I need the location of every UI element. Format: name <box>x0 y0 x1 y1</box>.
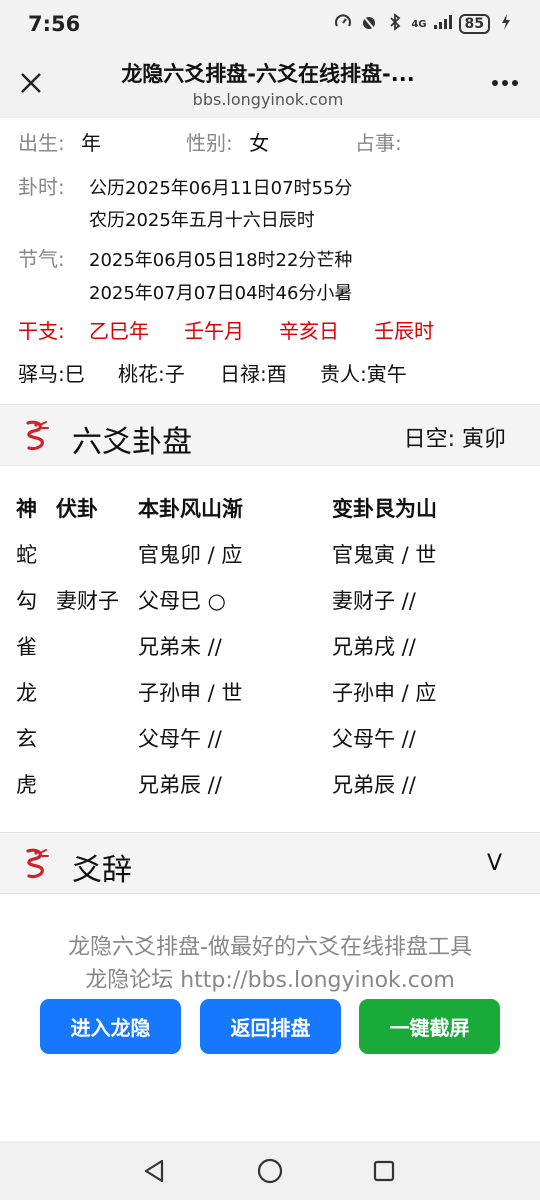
row-biangua: 兄弟戌 // <box>332 635 416 659</box>
more-icon <box>492 80 518 86</box>
page-url: bbs.longyinok.com <box>192 90 344 109</box>
row-biangua: 妻财子 // <box>332 589 416 613</box>
table-row: 玄 父母午 // 父母午 // <box>0 723 540 763</box>
jieqi-2: 2025年07月07日04时46分小暑 <box>89 283 353 304</box>
row-shen: 玄 <box>16 727 37 751</box>
back-triangle-icon <box>144 1159 164 1183</box>
row-bengua: 父母巳 ○ <box>138 589 226 613</box>
footer-forum-link[interactable]: 龙隐论坛 http://bbs.longyinok.com <box>0 962 540 994</box>
signal-icon <box>433 14 453 34</box>
row-biangua: 官鬼寅 / 世 <box>332 543 437 567</box>
table-row: 勾 妻财子 父母巳 ○ 妻财子 // <box>0 585 540 625</box>
ganzhi-label: 干支: <box>18 319 65 343</box>
home-circle-icon <box>257 1158 283 1184</box>
matter-label: 占事: <box>355 131 402 155</box>
row-shen: 雀 <box>16 635 37 659</box>
hexagram-section-title: 六爻卦盘 <box>72 425 192 460</box>
time-lunar: 农历2025年五月十六日辰时 <box>89 210 315 231</box>
yaoci-section-header[interactable]: 爻辞 V <box>0 832 540 894</box>
row-biangua: 兄弟辰 // <box>332 773 416 797</box>
matter-row: 占事: <box>355 127 402 156</box>
alarm-icon <box>359 13 379 35</box>
system-nav-bar <box>0 1141 540 1200</box>
shensha-rilu: 日禄:酉 <box>220 362 287 386</box>
birth-label: 出生: <box>18 131 65 155</box>
time-solar: 公历2025年06月11日07时55分 <box>89 178 353 199</box>
row-bengua: 兄弟未 // <box>138 635 222 659</box>
more-button[interactable] <box>488 66 522 100</box>
close-button[interactable] <box>14 66 48 100</box>
close-icon <box>21 73 41 93</box>
row-biangua: 子孙申 / 应 <box>332 681 437 705</box>
battery-icon: 85 <box>458 14 490 34</box>
row-fugua: 妻财子 <box>56 589 119 613</box>
speedometer-icon <box>333 13 353 35</box>
expand-toggle[interactable]: V <box>487 851 502 876</box>
header-shen: 神 <box>16 497 37 521</box>
enter-longyin-button[interactable]: 进入龙隐 <box>40 999 181 1054</box>
row-shen: 勾 <box>16 589 37 613</box>
status-time: 7:56 <box>28 12 81 36</box>
header-fugua: 伏卦 <box>56 497 98 521</box>
home-nav-button[interactable] <box>254 1155 286 1187</box>
yaoci-section-title: 爻辞 <box>72 853 132 888</box>
jieqi-1: 2025年06月05日18时22分芒种 <box>89 250 353 271</box>
table-row: 蛇 官鬼卯 / 应 官鬼寅 / 世 <box>0 539 540 579</box>
bluetooth-icon <box>385 13 405 35</box>
shensha-yima: 驿马:巳 <box>18 362 85 386</box>
status-icons: 4G 85 <box>333 13 516 35</box>
gender-row: 性别: 女 <box>186 127 269 156</box>
jieqi-label: 节气: <box>18 247 65 271</box>
footer-slogan: 龙隐六爻排盘-做最好的六爻在线排盘工具 <box>68 935 472 960</box>
ganzhi-day: 辛亥日 <box>279 319 339 343</box>
gender-label: 性别: <box>186 131 233 155</box>
birth-value: 年 <box>81 131 102 155</box>
network-label: 4G <box>411 18 427 30</box>
back-nav-button[interactable] <box>138 1155 170 1187</box>
recents-nav-button[interactable] <box>368 1155 400 1187</box>
hexagram-section-header: 六爻卦盘 日空: 寅卯 <box>0 404 540 466</box>
table-row: 虎 兄弟辰 // 兄弟辰 // <box>0 769 540 809</box>
dragon-icon <box>26 848 49 879</box>
status-bar: 7:56 4G 85 <box>0 0 540 50</box>
recents-square-icon <box>373 1160 395 1182</box>
birth-row: 出生: 年 <box>18 127 101 156</box>
dragon-icon <box>26 420 49 451</box>
row-bengua: 官鬼卯 / 应 <box>138 543 243 567</box>
row-bengua: 兄弟辰 // <box>138 773 222 797</box>
row-shen: 蛇 <box>16 543 37 567</box>
table-row: 龙 子孙申 / 世 子孙申 / 应 <box>0 677 540 717</box>
time-label: 卦时: <box>18 175 65 199</box>
ganzhi-hour: 壬辰时 <box>374 319 434 343</box>
ganzhi-year: 乙巳年 <box>89 319 149 343</box>
header-biangua: 变卦艮为山 <box>332 497 437 521</box>
screenshot-button[interactable]: 一键截屏 <box>359 999 500 1054</box>
row-bengua: 子孙申 / 世 <box>138 681 243 705</box>
hexagram-header-row: 神 伏卦 本卦风山渐 变卦艮为山 <box>0 493 540 533</box>
rikong-label: 日空: 寅卯 <box>403 427 506 452</box>
back-to-chart-button[interactable]: 返回排盘 <box>200 999 341 1054</box>
shensha-taohua: 桃花:子 <box>118 362 185 386</box>
row-biangua: 父母午 // <box>332 727 416 751</box>
jieqi-row: 节气: <box>18 243 65 272</box>
row-bengua: 父母午 // <box>138 727 222 751</box>
row-shen: 龙 <box>16 681 37 705</box>
time-row: 卦时: <box>18 171 65 200</box>
table-row: 雀 兄弟未 // 兄弟戌 // <box>0 631 540 671</box>
gender-value: 女 <box>249 131 270 155</box>
header-bengua: 本卦风山渐 <box>138 497 243 521</box>
browser-header: 龙隐六爻排盘-六爻在线排盘-... bbs.longyinok.com <box>0 50 540 118</box>
shensha-guiren: 贵人:寅午 <box>320 362 407 386</box>
page-title: 龙隐六爻排盘-六爻在线排盘-... <box>121 62 415 86</box>
charging-icon <box>496 13 516 35</box>
ganzhi-month: 壬午月 <box>184 319 244 343</box>
row-shen: 虎 <box>16 773 37 797</box>
ganzhi-row: 干支: <box>18 315 65 344</box>
